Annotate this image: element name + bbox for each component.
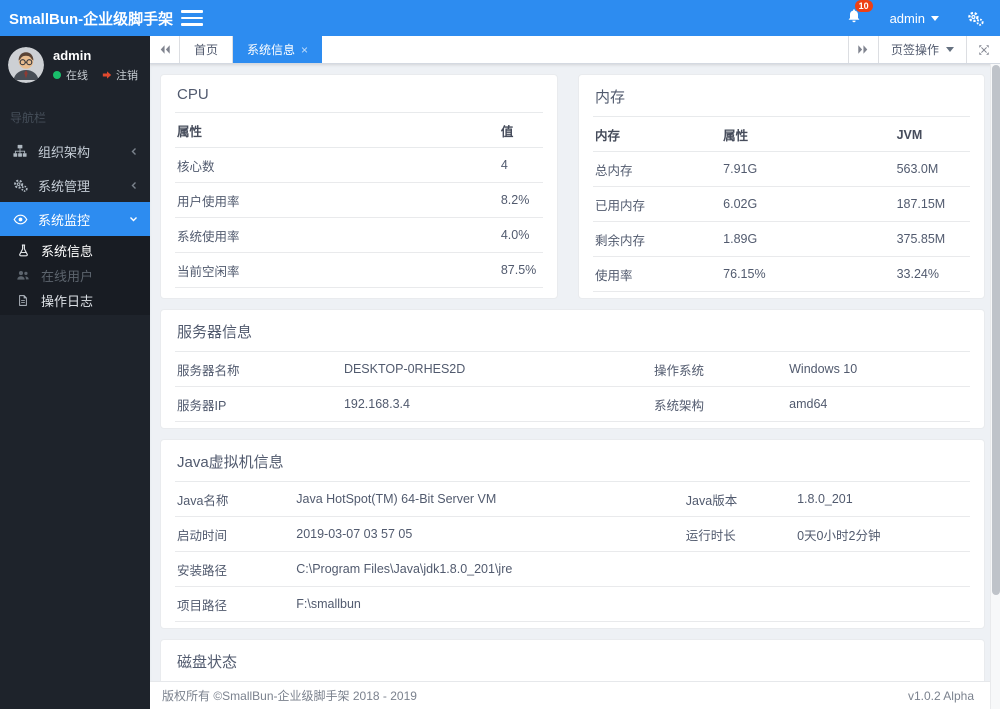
table-row: 已用内存 6.02G 187.15M xyxy=(593,186,970,222)
memory-card: 内存 内存 属性 JVM 总内存 7.91G 563.0M 已用内存 6.02G 187… xyxy=(578,74,985,299)
notifications-button[interactable]: 10 xyxy=(846,0,873,29)
logout-link[interactable]: 注销 xyxy=(102,67,138,83)
tab-home[interactable]: 首页 xyxy=(180,36,234,63)
online-status-label: 在线 xyxy=(66,69,88,82)
tabs-scroll-right-button[interactable] xyxy=(847,36,878,63)
table-row: 当前空闲率 87.5% xyxy=(175,252,543,288)
disk-status-card: 磁盘状态 盘符路径 文件系统 盘符类型 总大小 可用大小 已用大小 已用百分比 … xyxy=(160,639,985,681)
disk-status-title: 磁盘状态 xyxy=(175,640,970,681)
memory-title: 内存 xyxy=(593,75,970,117)
gears-icon xyxy=(12,178,28,193)
table-row: 使用率 76.15% 33.24% xyxy=(593,256,970,292)
sidebar: admin 在线 注销 导航栏 组织架构 系统管理 系统监控 系统信息 在线用户… xyxy=(0,36,150,709)
sidebar-item-label: 组织架构 xyxy=(38,144,91,160)
column-header: 内存 xyxy=(593,117,722,152)
sidebar-username: admin xyxy=(53,47,92,63)
chevron-left-icon xyxy=(130,181,138,190)
top-header: SmallBun-企业级脚手架 10 admin xyxy=(0,0,1000,36)
sidebar-subitem-online-users[interactable]: 在线用户 xyxy=(0,263,150,288)
tab-system-info[interactable]: 系统信息 × xyxy=(233,36,323,63)
chevron-down-icon xyxy=(946,47,954,52)
table-row: 服务器IP 192.168.3.4 系统架构 amd64 xyxy=(175,386,970,422)
memory-table: 内存 属性 JVM 总内存 7.91G 563.0M 已用内存 6.02G 187.15… xyxy=(593,117,970,292)
sidebar-item-label: 系统管理 xyxy=(38,178,91,194)
tab-close-icon[interactable]: × xyxy=(301,44,308,56)
version-text: v1.0.2 Alpha xyxy=(907,688,974,703)
column-header: 属性 xyxy=(721,117,895,152)
column-header: JVM xyxy=(894,117,970,152)
vertical-scrollbar[interactable] xyxy=(990,64,1000,709)
table-row: Java名称 Java HotSpot(TM) 64-Bit Server VM … xyxy=(175,482,970,517)
sidebar-item-system-monitor[interactable]: 系统监控 xyxy=(0,202,150,236)
nav-section-label: 导航栏 xyxy=(10,111,47,125)
table-row: 系统使用率 4.0% xyxy=(175,217,543,253)
file-icon xyxy=(15,294,31,307)
jvm-info-title: Java虚拟机信息 xyxy=(175,440,970,482)
user-dropdown[interactable]: admin xyxy=(890,11,939,26)
tab-operations-dropdown[interactable]: 页签操作 xyxy=(877,36,966,63)
user-panel: admin 在线 注销 xyxy=(0,36,150,93)
table-row: 核心数 4 xyxy=(175,147,543,183)
jvm-info-card: Java虚拟机信息 Java名称 Java HotSpot(TM) 64-Bit … xyxy=(160,439,985,629)
table-row: 剩余内存 1.89G 375.85M xyxy=(593,221,970,257)
jvm-info-table: Java名称 Java HotSpot(TM) 64-Bit Server VM … xyxy=(175,482,970,622)
copyright-text: 版权所有 ©SmallBun-企业级脚手架 2018 - 2019 xyxy=(162,689,417,703)
footer: 版权所有 ©SmallBun-企业级脚手架 2018 - 2019 v1.0.2… xyxy=(150,681,1000,709)
notification-badge: 10 xyxy=(854,0,873,12)
flask-icon xyxy=(15,244,31,257)
sidebar-subitem-system-info[interactable]: 系统信息 xyxy=(0,238,150,263)
cpu-title: CPU xyxy=(175,75,543,113)
system-monitor-submenu: 系统信息 在线用户 操作日志 xyxy=(0,236,150,315)
sidebar-item-system-manage[interactable]: 系统管理 xyxy=(0,168,150,202)
table-row: 用户使用率 8.2% xyxy=(175,182,543,218)
table-row: 服务器名称 DESKTOP-0RHES2D 操作系统 Windows 10 xyxy=(175,352,970,387)
server-info-table: 服务器名称 DESKTOP-0RHES2D 操作系统 Windows 10 服务器I… xyxy=(175,352,970,422)
column-header: 值 xyxy=(498,113,543,148)
settings-gears-icon[interactable] xyxy=(967,10,984,27)
sidebar-toggle-icon[interactable] xyxy=(181,10,204,26)
users-icon xyxy=(15,269,31,282)
header-username: admin xyxy=(889,10,925,26)
logout-arrow-icon xyxy=(102,70,112,80)
avatar[interactable] xyxy=(8,47,44,83)
app-logo: SmallBun-企业级脚手架 xyxy=(9,10,174,28)
table-row: 启动时间 2019-03-07 03 57 05 运行时长 0天0小时2分钟 xyxy=(175,516,970,552)
column-header: 属性 xyxy=(175,113,499,148)
cpu-table: 属性 值 核心数 4 用户使用率 8.2% 系统使用率 4.0% 当前空闲率 87.5% xyxy=(175,113,543,288)
sitemap-icon xyxy=(12,144,28,158)
main-content: CPU 属性 值 核心数 4 用户使用率 8.2% 系统使用率 4.0% 当前空闲率 8… xyxy=(150,64,1000,681)
sidebar-item-label: 系统监控 xyxy=(38,212,91,228)
fullscreen-button[interactable] xyxy=(966,36,1000,63)
scrollbar-thumb[interactable] xyxy=(992,65,1000,595)
sidebar-item-org[interactable]: 组织架构 xyxy=(0,134,150,168)
server-info-title: 服务器信息 xyxy=(175,310,970,352)
chevron-left-icon xyxy=(130,147,138,156)
sidebar-subitem-operation-log[interactable]: 操作日志 xyxy=(0,288,150,313)
tabbar: 首页 系统信息 × 页签操作 xyxy=(150,36,1000,64)
server-info-card: 服务器信息 服务器名称 DESKTOP-0RHES2D 操作系统 Windows 1… xyxy=(160,309,985,429)
table-row: 总内存 7.91G 563.0M xyxy=(593,151,970,187)
eye-icon xyxy=(12,212,28,227)
chevron-down-icon xyxy=(129,215,138,223)
online-status-icon xyxy=(53,70,61,79)
tabs-scroll-left-button[interactable] xyxy=(150,36,180,63)
table-row: 项目路径 F:\smallbun xyxy=(175,586,970,622)
cpu-card: CPU 属性 值 核心数 4 用户使用率 8.2% 系统使用率 4.0% 当前空闲率 8… xyxy=(160,74,558,299)
table-row: 安装路径 C:\Program Files\Java\jdk1.8.0_201\j… xyxy=(175,551,970,587)
sidebar-subitem-label: 在线用户 xyxy=(41,269,94,284)
chevron-down-icon xyxy=(931,15,939,21)
sidebar-subitem-label: 系统信息 xyxy=(41,244,94,259)
sidebar-subitem-label: 操作日志 xyxy=(41,294,94,309)
